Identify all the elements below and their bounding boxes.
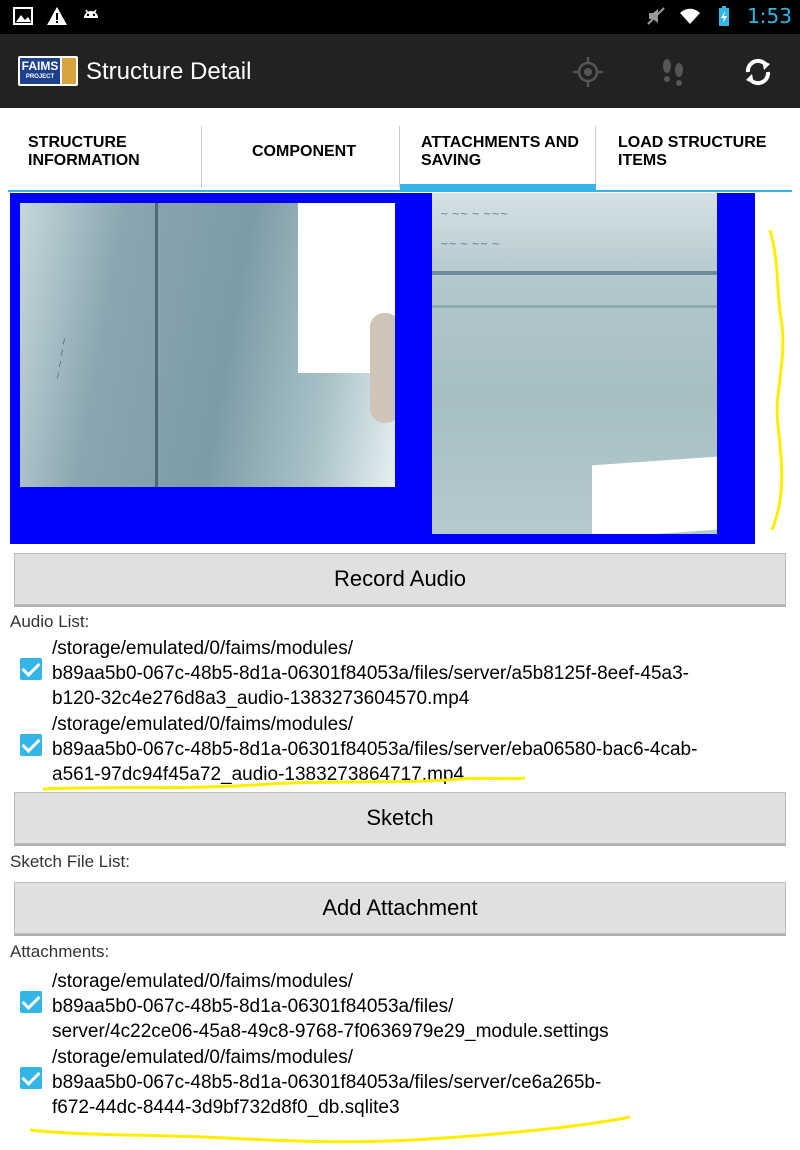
record-audio-button[interactable]: Record Audio xyxy=(14,553,786,605)
logo-subtext: PROJECT xyxy=(25,74,55,80)
tab-attachments-and-saving[interactable]: ATTACHMENTS AND SAVING xyxy=(400,108,596,190)
attachment-file-path: /storage/emulated/0/faims/modules/ b89aa… xyxy=(52,1047,602,1118)
status-bar: 1:53 xyxy=(0,0,800,34)
yellow-scroll-annotation xyxy=(768,229,785,531)
photo-edge xyxy=(155,203,158,487)
tab-label: LOAD STRUCTURE ITEMS xyxy=(618,134,767,169)
photo-thumbnail[interactable]: ~ ~ ~ ~ xyxy=(20,203,395,487)
wifi-icon xyxy=(680,8,701,24)
tab-component[interactable]: COMPONENT xyxy=(202,108,400,190)
sync-icon[interactable] xyxy=(740,54,776,90)
photo-gallery[interactable]: ~ ~ ~ ~ ~ ~~ ~ ~~~ ~~ ~ ~~ ~ xyxy=(10,193,755,544)
sketch-button[interactable]: Sketch xyxy=(14,792,786,844)
add-attachment-button[interactable]: Add Attachment xyxy=(14,882,786,934)
battery-icon xyxy=(719,6,730,26)
action-bar: FAIMS PROJECT Structure Detail xyxy=(0,34,800,108)
footsteps-icon[interactable] xyxy=(656,54,692,90)
photo-window xyxy=(592,456,717,534)
tab-bar: STRUCTURE INFORMATION COMPONENT ATTACHME… xyxy=(8,108,792,192)
status-right: 1:53 xyxy=(645,4,792,28)
tab-structure-information[interactable]: STRUCTURE INFORMATION xyxy=(8,108,202,190)
logo-text: FAIMS xyxy=(21,59,59,73)
gps-icon[interactable] xyxy=(570,54,606,90)
photo-writing: ~~ ~ ~~ ~ xyxy=(440,239,500,250)
status-time: 1:53 xyxy=(747,4,792,28)
logo-stamp xyxy=(62,58,76,84)
attachments-label: Attachments: xyxy=(10,942,110,961)
warning-icon xyxy=(47,7,67,25)
tab-load-structure-items[interactable]: LOAD STRUCTURE ITEMS xyxy=(596,108,792,190)
mute-icon xyxy=(647,7,665,25)
page-title: Structure Detail xyxy=(86,58,252,85)
checkbox-checked[interactable] xyxy=(20,991,42,1013)
tab-label: COMPONENT xyxy=(252,143,356,160)
tab-label: ATTACHMENTS AND SAVING xyxy=(421,134,579,169)
photo-finger xyxy=(370,313,395,423)
photo-writing: ~ ~~ ~ ~~~ xyxy=(440,209,509,220)
sketch-file-list-label: Sketch File List: xyxy=(10,852,130,871)
photo-edge xyxy=(432,305,717,308)
tab-label: STRUCTURE INFORMATION xyxy=(28,134,140,169)
checkbox-checked[interactable] xyxy=(20,658,42,680)
audio-file-path: /storage/emulated/0/faims/modules/ b89aa… xyxy=(52,638,689,709)
status-left xyxy=(12,5,102,27)
audio-list-label: Audio List: xyxy=(10,612,90,631)
yellow-underline-annotation xyxy=(29,1115,631,1144)
checkbox-checked[interactable] xyxy=(20,1067,42,1089)
android-icon xyxy=(84,9,98,18)
photo-edge xyxy=(432,271,717,275)
image-icon xyxy=(13,7,33,25)
faims-logo: FAIMS PROJECT xyxy=(18,56,78,86)
photo-thumbnail[interactable]: ~ ~~ ~ ~~~ ~~ ~ ~~ ~ xyxy=(432,193,717,534)
attachment-file-path: /storage/emulated/0/faims/modules/ b89aa… xyxy=(52,971,609,1042)
logo-wordmark: FAIMS PROJECT xyxy=(20,58,60,84)
yellow-underline-annotation xyxy=(42,776,526,791)
photo-writing: ~ ~ ~ ~ xyxy=(52,336,71,381)
checkbox-checked[interactable] xyxy=(20,734,42,756)
